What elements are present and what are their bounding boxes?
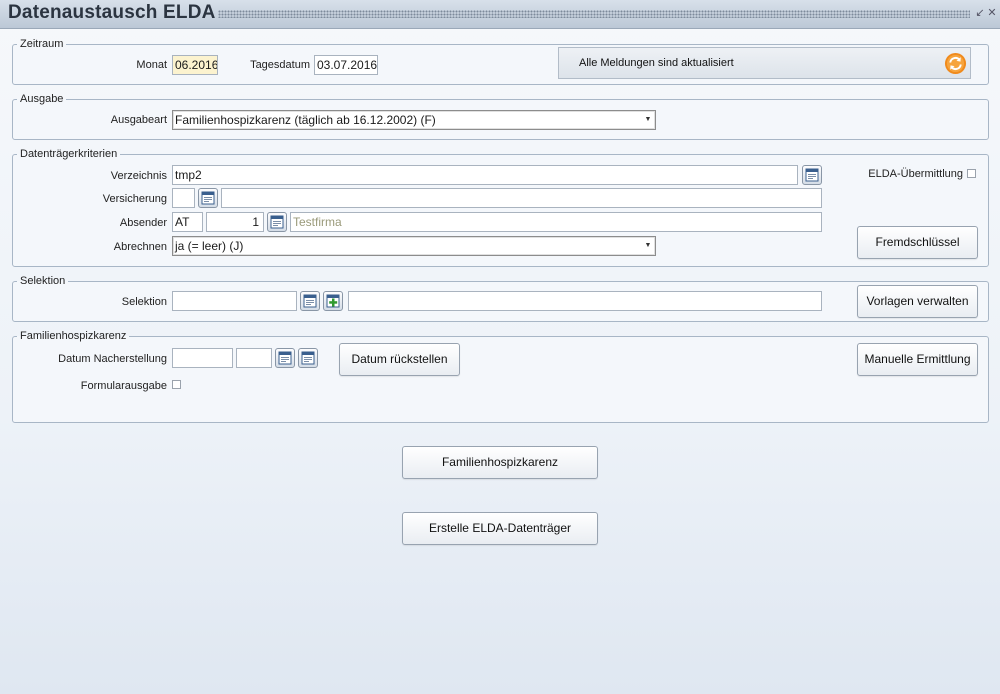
tagesdatum-field[interactable]: 03.07.2016: [314, 55, 378, 75]
close-icon[interactable]: ✕: [986, 7, 998, 19]
ausgabeart-select[interactable]: Familienhospizkarenz (täglich ab 16.12.2…: [172, 110, 656, 130]
versicherung-name-field[interactable]: [221, 188, 822, 208]
manuelle-ermittlung-button[interactable]: Manuelle Ermittlung: [857, 343, 978, 376]
dropdown-arrow-icon: ▼: [644, 242, 652, 249]
monat-label: Monat: [136, 59, 167, 71]
group-zeitraum-legend: Zeitraum: [20, 38, 64, 50]
absender-name-field[interactable]: Testfirma: [290, 212, 822, 232]
group-familienhospizkarenz: Familienhospizkarenz: [12, 330, 989, 423]
formularausgabe-label: Formularausgabe: [80, 380, 167, 392]
fremdschluessel-button[interactable]: Fremdschlüssel: [857, 226, 978, 259]
versicherung-label: Versicherung: [102, 193, 167, 205]
selektion-field[interactable]: [172, 291, 297, 311]
absender-label: Absender: [119, 217, 167, 229]
minimize-icon[interactable]: ↙: [974, 7, 986, 19]
status-text: Alle Meldungen sind aktualisiert: [579, 57, 734, 69]
datum-rueckstellen-button[interactable]: Datum rückstellen: [339, 343, 460, 376]
datum-nacherstellung-field[interactable]: [172, 348, 233, 368]
calendar-icon: [303, 294, 317, 308]
window-title: Datenaustausch ELDA: [8, 2, 216, 23]
selektion-add-button[interactable]: [323, 291, 343, 311]
datum-calendar-button[interactable]: [275, 348, 295, 368]
datum-calendar-button-2[interactable]: [298, 348, 318, 368]
title-bar-pattern: [218, 10, 970, 18]
selektion-description-field[interactable]: [348, 291, 822, 311]
monat-field[interactable]: 06.2016: [172, 55, 218, 75]
group-familienhospiz-legend: Familienhospizkarenz: [20, 330, 127, 342]
group-datentraeger-legend: Datenträgerkriterien: [20, 148, 118, 160]
calendar-icon: [270, 215, 284, 229]
verzeichnis-label: Verzeichnis: [110, 170, 167, 182]
vorlagen-verwalten-button[interactable]: Vorlagen verwalten: [857, 285, 978, 318]
selektion-lookup-button[interactable]: [300, 291, 320, 311]
erstelle-elda-datentraeger-button[interactable]: Erstelle ELDA-Datenträger: [402, 512, 598, 545]
elda-uebermittlung-checkbox[interactable]: [967, 169, 976, 178]
calendar-icon: [278, 351, 292, 365]
group-selektion-legend: Selektion: [20, 275, 66, 287]
elda-uebermittlung-label: ELDA-Übermittlung: [868, 168, 963, 180]
familienhospizkarenz-button[interactable]: Familienhospizkarenz: [402, 446, 598, 479]
add-icon: [326, 294, 340, 308]
versicherung-code-field[interactable]: [172, 188, 195, 208]
title-bar: Datenaustausch ELDA ↙ ✕: [0, 0, 1000, 29]
abrechnen-label: Abrechnen: [113, 241, 167, 253]
group-ausgabe-legend: Ausgabe: [20, 93, 64, 105]
verzeichnis-field[interactable]: tmp2: [172, 165, 798, 185]
absender-lookup-button[interactable]: [267, 212, 287, 232]
ausgabeart-value: Familienhospizkarenz (täglich ab 16.12.2…: [175, 113, 436, 127]
selektion-label: Selektion: [121, 296, 167, 308]
formularausgabe-checkbox[interactable]: [172, 380, 181, 389]
ausgabeart-label: Ausgabeart: [110, 114, 167, 126]
status-panel: Alle Meldungen sind aktualisiert: [558, 47, 971, 79]
versicherung-lookup-button[interactable]: [198, 188, 218, 208]
abrechnen-select[interactable]: ja (= leer) (J) ▼: [172, 236, 656, 256]
calendar-icon: [301, 351, 315, 365]
tagesdatum-label: Tagesdatum: [250, 59, 310, 71]
datum-nacherstellung-label: Datum Nacherstellung: [58, 353, 167, 365]
datum-nacherstellung-time-field[interactable]: [236, 348, 272, 368]
absender-country-field[interactable]: AT: [172, 212, 203, 232]
dropdown-arrow-icon: ▼: [644, 116, 652, 123]
calendar-icon: [201, 191, 215, 205]
absender-number-field[interactable]: 1: [206, 212, 264, 232]
abrechnen-value: ja (= leer) (J): [175, 239, 244, 253]
refresh-icon[interactable]: [944, 52, 967, 75]
